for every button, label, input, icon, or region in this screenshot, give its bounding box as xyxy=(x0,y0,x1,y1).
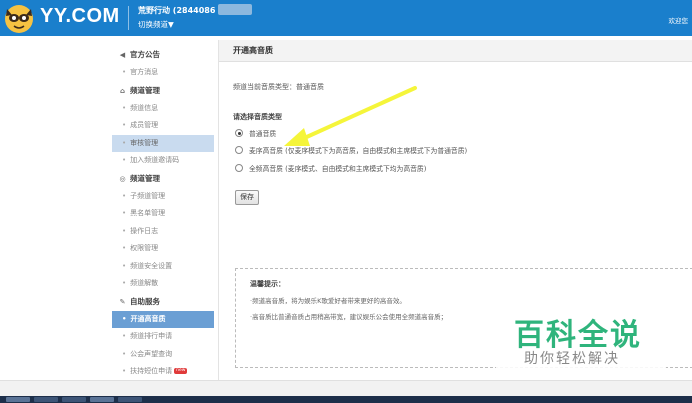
sidebar-item-member-manage[interactable]: • 成员管理 xyxy=(112,117,214,135)
sidebar-item-invite-code[interactable]: • 加入频道邀请码 xyxy=(112,152,214,170)
watermark: 百科全说 助你轻松解决 xyxy=(496,308,666,380)
sidebar-item-label: 公会声望查询 xyxy=(130,349,173,358)
radio-mic-queue-high-quality[interactable] xyxy=(235,146,243,154)
option-label: 麦序高音质 (仅麦序模式下为高音质，自由模式和主席模式下为普通音质) xyxy=(249,147,468,155)
sidebar-section-channel-manage-2[interactable]: ◎ 频道管理 xyxy=(112,170,214,188)
tips-line: ·频道高音质，将为娱乐K歌爱好者带来更好的高音效。 xyxy=(250,297,406,305)
taskbar-item[interactable] xyxy=(118,397,142,402)
sidebar-item-label: 权限管理 xyxy=(130,244,159,252)
sidebar-item-official-news[interactable]: • 官方消息 xyxy=(112,64,214,82)
sidebar-section-announcements[interactable]: ◀ 官方公告 xyxy=(112,46,214,64)
option-normal-quality[interactable]: 普通音质 xyxy=(235,127,276,139)
section-title: 频道管理 xyxy=(130,85,160,95)
sidebar-item-label: 审核管理 xyxy=(130,138,159,147)
channel-name: 荒野行动 (2844086 xyxy=(138,6,216,15)
os-taskbar xyxy=(0,396,692,403)
header-divider xyxy=(128,6,129,30)
option-label: 普通音质 xyxy=(249,130,277,138)
select-audio-type-label: 请选择音质类型 xyxy=(233,113,282,121)
watermark-subtitle: 助你轻松解决 xyxy=(524,351,620,367)
sidebar-item-high-quality-audio[interactable]: • 开通高音质 xyxy=(112,310,214,328)
sidebar-item-label: 频道信息 xyxy=(130,103,159,112)
save-button[interactable]: 保存 xyxy=(235,190,259,205)
sidebar-item-permissions[interactable]: • 权限管理 xyxy=(112,240,214,258)
tips-title: 温馨提示： xyxy=(250,280,285,288)
top-header: YY.COM 荒野行动 (2844086 切换频道▼ 欢迎您 xyxy=(0,0,692,36)
shield-icon: ◎ xyxy=(119,174,126,183)
taskbar-item[interactable] xyxy=(90,397,114,402)
sidebar-item-channel-info[interactable]: • 频道信息 xyxy=(112,100,214,118)
sidebar-item-blacklist[interactable]: • 黑名单管理 xyxy=(112,205,214,223)
channel-id-blurred xyxy=(218,4,252,15)
tips-line: ·高音质比普通音质占用稍高带宽，建议娱乐公会使用全频道高音质； xyxy=(250,313,448,321)
sidebar-item-label: 加入频道邀请码 xyxy=(130,156,180,164)
sidebar-item-review-manage[interactable]: • 审核管理 xyxy=(112,134,214,152)
section-title: 自助服务 xyxy=(130,296,160,306)
yy-mascot-logo-icon[interactable] xyxy=(2,1,36,35)
section-title: 频道管理 xyxy=(130,173,160,183)
radio-full-high-quality[interactable] xyxy=(235,164,243,172)
sidebar-item-label: 扶持短位申请 xyxy=(130,367,173,375)
option-full-high-quality[interactable]: 全频高音质 (麦序模式、自由模式和主席模式下均为高音质) xyxy=(235,162,426,174)
sidebar-item-label: 官方消息 xyxy=(130,68,159,76)
sidebar-section-self-service[interactable]: ✎ 自助服务 xyxy=(112,293,214,311)
sidebar-item-label: 开通高音质 xyxy=(130,314,166,323)
sidebar-item-dissolve-channel[interactable]: • 频道解散 xyxy=(112,275,214,293)
sidebar-item-security-settings[interactable]: • 频道安全设置 xyxy=(112,258,214,276)
page-title: 开通高音质 xyxy=(219,40,692,62)
speaker-icon: ◀ xyxy=(119,51,126,59)
sidebar-item-label: 子频道管理 xyxy=(130,191,166,200)
sidebar-item-operation-log[interactable]: • 操作日志 xyxy=(112,223,214,241)
new-badge: new xyxy=(174,368,188,374)
sidebar-item-sub-channel[interactable]: • 子频道管理 xyxy=(112,188,214,206)
radio-normal-quality[interactable] xyxy=(235,129,243,137)
sidebar-item-label: 操作日志 xyxy=(130,226,159,235)
page-bottom-strip xyxy=(0,380,692,396)
sidebar-item-ranking-apply[interactable]: • 频道排行申请 xyxy=(112,328,214,346)
taskbar-item[interactable] xyxy=(6,397,30,402)
option-mic-queue-high-quality[interactable]: 麦序高音质 (仅麦序模式下为高音质，自由模式和主席模式下为普通音质) xyxy=(235,144,467,156)
sidebar-item-label: 成员管理 xyxy=(130,121,159,129)
sidebar: ◀ 官方公告 • 官方消息 ⌂ 频道管理 • 频道信息 • 成员管理 • 审核管理 • 加… xyxy=(112,46,214,381)
current-audio-type: 频道当前音质类型：普通音质 xyxy=(233,83,324,91)
sidebar-item-guild-reputation[interactable]: • 公会声望查询 xyxy=(112,346,214,364)
switch-channel-dropdown[interactable]: 切换频道▼ xyxy=(138,19,174,30)
taskbar-item[interactable] xyxy=(34,397,58,402)
option-label: 全频高音质 (麦序模式、自由模式和主席模式下均为高音质) xyxy=(249,165,427,173)
welcome-text: 欢迎您 xyxy=(668,17,689,25)
home-icon: ⌂ xyxy=(119,86,125,95)
section-title: 官方公告 xyxy=(130,50,160,59)
logo-text[interactable]: YY.COM xyxy=(40,5,120,28)
sidebar-section-channel-manage[interactable]: ⌂ 频道管理 xyxy=(112,82,214,100)
sidebar-item-label: 频道排行申请 xyxy=(130,332,173,340)
sidebar-item-short-id-apply[interactable]: • 扶持短位申请 new xyxy=(112,363,214,381)
taskbar-item[interactable] xyxy=(62,397,86,402)
sidebar-item-label: 频道安全设置 xyxy=(130,261,173,270)
sidebar-item-label: 频道解散 xyxy=(130,279,159,287)
sidebar-item-label: 黑名单管理 xyxy=(130,209,166,217)
wrench-icon: ✎ xyxy=(119,297,126,306)
